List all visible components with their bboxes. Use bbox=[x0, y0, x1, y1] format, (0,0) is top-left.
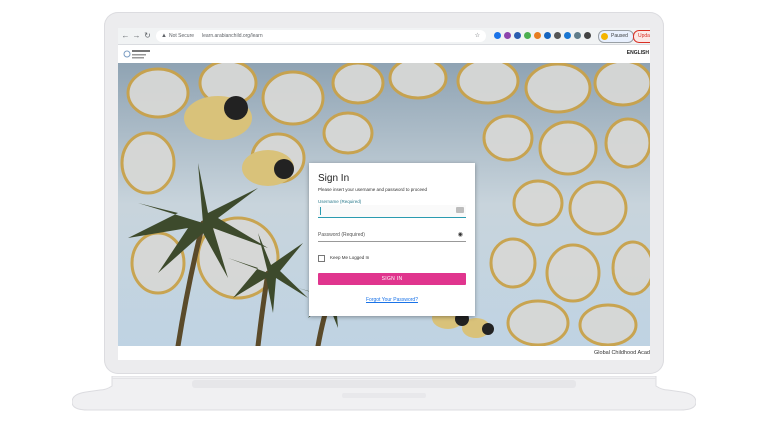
puzzle-icon[interactable] bbox=[584, 32, 591, 39]
forgot-password-link[interactable]: Forgot Your Password? bbox=[309, 297, 475, 303]
hero-background: Sign In Please insert your username and … bbox=[118, 63, 650, 346]
update-button[interactable]: Upda bbox=[633, 30, 650, 43]
password-label: Password (Required) bbox=[318, 232, 365, 238]
extension-icon[interactable] bbox=[564, 32, 571, 39]
bookmark-star-icon[interactable]: ☆ bbox=[475, 30, 480, 42]
extension-icon[interactable] bbox=[554, 32, 561, 39]
reload-icon[interactable]: ↻ bbox=[143, 31, 152, 40]
profile-button[interactable]: Paused bbox=[598, 30, 634, 43]
extension-icon[interactable] bbox=[524, 32, 531, 39]
site-logo[interactable] bbox=[123, 47, 153, 61]
laptop-base bbox=[72, 376, 696, 411]
footer-text: Global Childhood Acad bbox=[594, 350, 650, 356]
url-text[interactable]: learn.arabianchild.org/learn bbox=[202, 30, 263, 42]
password-input[interactable]: Password (Required) ◉ bbox=[318, 231, 466, 242]
text-caret bbox=[320, 207, 321, 215]
lock-icon[interactable]: ▲ bbox=[161, 30, 167, 42]
keep-logged-in-label[interactable]: Keep Me Logged In bbox=[330, 255, 369, 260]
avatar bbox=[601, 33, 608, 40]
browser-toolbar: ← → ↻ ▲ Not Secure learn.arabianchild.or… bbox=[118, 28, 650, 45]
laptop-screen: ← → ↻ ▲ Not Secure learn.arabianchild.or… bbox=[118, 28, 650, 360]
back-icon[interactable]: ← bbox=[121, 31, 130, 40]
extension-icon[interactable] bbox=[504, 32, 511, 39]
keyboard-icon[interactable] bbox=[456, 207, 464, 213]
keep-logged-in-checkbox[interactable] bbox=[318, 255, 325, 262]
eye-icon[interactable]: ◉ bbox=[458, 231, 463, 238]
username-input[interactable] bbox=[318, 205, 466, 218]
extension-icon[interactable] bbox=[544, 32, 551, 39]
forward-icon[interactable]: → bbox=[132, 31, 141, 40]
address-bar[interactable]: ▲ Not Secure learn.arabianchild.org/lear… bbox=[156, 30, 486, 42]
signin-card: Sign In Please insert your username and … bbox=[309, 163, 475, 316]
signin-button[interactable]: SIGN IN bbox=[318, 273, 466, 285]
extension-icon[interactable] bbox=[574, 32, 581, 39]
language-switch[interactable]: ENGLISH bbox=[627, 50, 649, 56]
extension-icon[interactable] bbox=[534, 32, 541, 39]
profile-label: Paused bbox=[611, 33, 628, 39]
signin-subtitle: Please insert your username and password… bbox=[318, 187, 428, 192]
username-label: Username (Required) bbox=[318, 199, 362, 204]
security-status: Not Secure bbox=[169, 33, 195, 39]
extension-icon[interactable] bbox=[514, 32, 521, 39]
site-header: ENGLISH bbox=[118, 45, 650, 63]
signin-title: Sign In bbox=[318, 173, 350, 184]
site-footer: Global Childhood Acad bbox=[118, 346, 650, 360]
extension-icon[interactable] bbox=[494, 32, 501, 39]
